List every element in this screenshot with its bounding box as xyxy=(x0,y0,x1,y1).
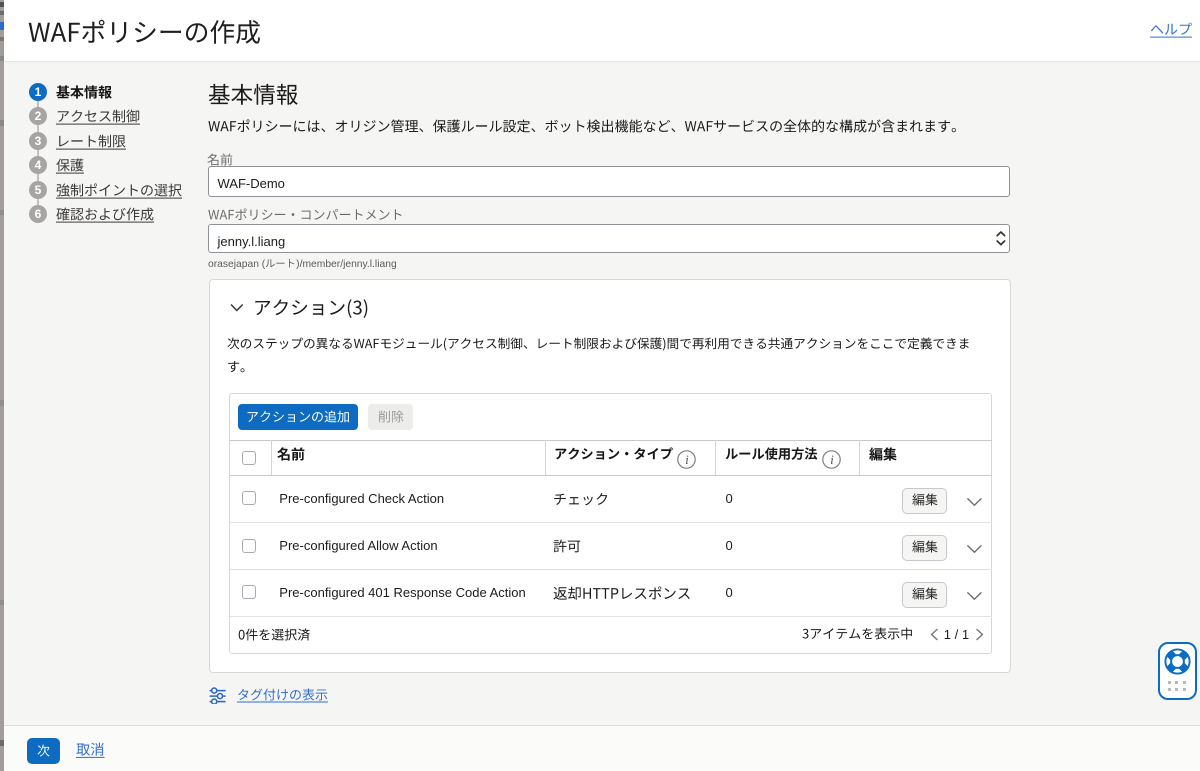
svg-text:i: i xyxy=(830,453,834,467)
svg-text:i: i xyxy=(685,453,689,467)
